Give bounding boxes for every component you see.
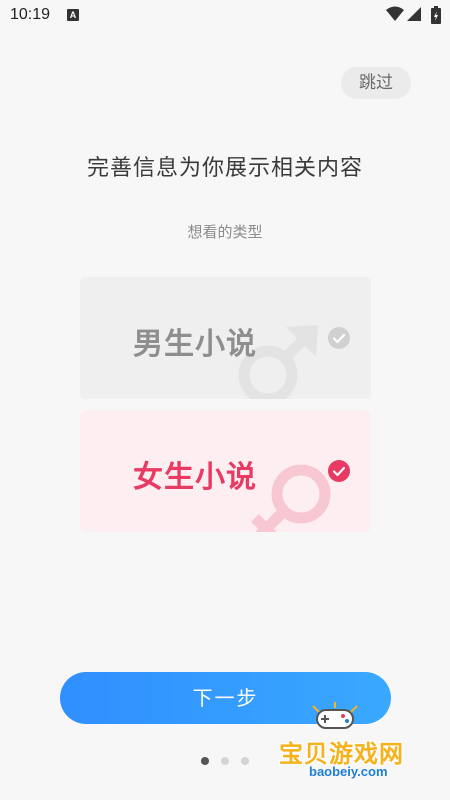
- page-dot: [241, 757, 249, 765]
- status-time: 10:19: [10, 6, 51, 23]
- page-indicator: [200, 757, 260, 767]
- option-male-novel[interactable]: 男生小说: [80, 277, 371, 399]
- notification-a-icon: A: [67, 9, 79, 21]
- option-label: 女生小说: [133, 460, 257, 495]
- gamepad-icon: [312, 702, 358, 729]
- page-subtitle: 想看的类型: [187, 223, 263, 241]
- option-label: 男生小说: [133, 327, 257, 362]
- wifi-icon: [386, 6, 404, 21]
- page-dot: [221, 757, 229, 765]
- skip-button[interactable]: 跳过: [341, 67, 411, 99]
- page-title: 完善信息为你展示相关内容: [86, 156, 363, 181]
- battery-icon: [431, 6, 441, 24]
- check-circle-icon: [328, 327, 350, 349]
- signal-icon: [407, 7, 421, 21]
- watermark-logo: 宝贝游戏网 baobeiy.com: [275, 700, 445, 790]
- page-dot-active: [201, 757, 209, 765]
- status-bar: 10:19 A: [0, 0, 450, 32]
- option-female-novel[interactable]: 女生小说: [80, 410, 371, 532]
- check-circle-icon: [328, 460, 350, 482]
- watermark-url: baobeiy.com: [309, 764, 388, 779]
